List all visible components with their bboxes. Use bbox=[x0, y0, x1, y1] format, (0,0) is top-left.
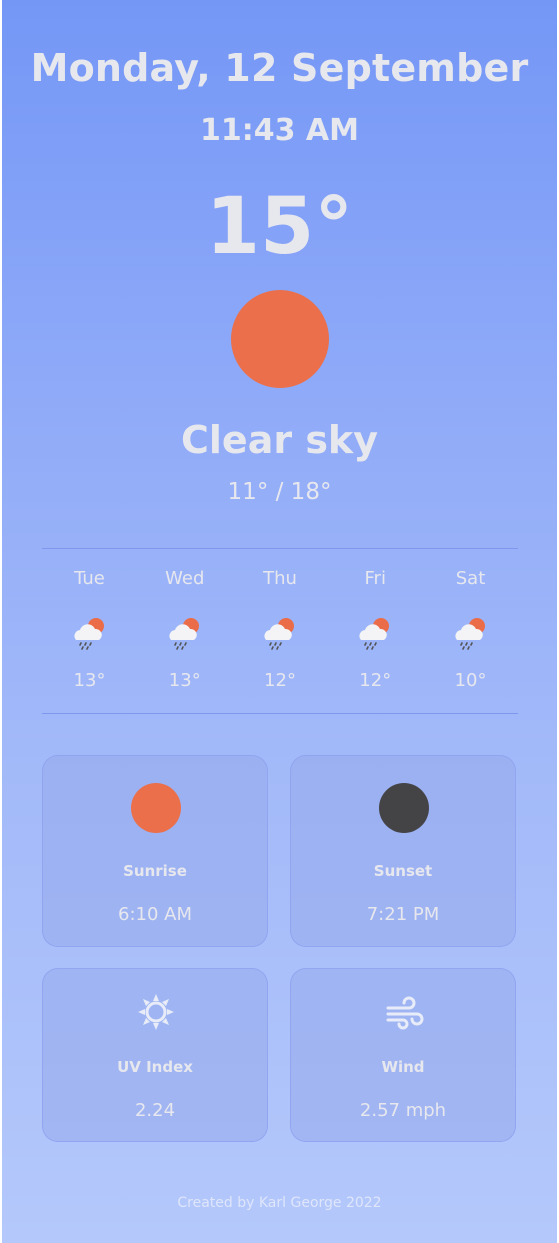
uv-index-value: 2.24 bbox=[134, 1100, 176, 1121]
rain-cloud-sun-icon bbox=[165, 614, 205, 654]
rain-cloud-sun-icon bbox=[70, 614, 110, 654]
forecast-day: Tue 13° bbox=[42, 565, 137, 695]
sunset-label: Sunset bbox=[373, 862, 433, 880]
divider bbox=[42, 548, 518, 549]
forecast-day: Fri 12° bbox=[328, 565, 423, 695]
current-temperature: 15° bbox=[205, 182, 354, 272]
sunrise-value: 6:10 AM bbox=[118, 904, 192, 925]
forecast-day: Thu 12° bbox=[233, 565, 328, 695]
time-heading: 11:43 AM bbox=[199, 113, 359, 148]
sunrise-label: Sunrise bbox=[123, 862, 187, 880]
wind-card: Wind 2.57 mph bbox=[290, 968, 516, 1142]
forecast-day-temp: 12° bbox=[359, 670, 392, 691]
weather-app: Monday, 12 September 11:43 AM 15° Clear … bbox=[2, 0, 557, 1243]
date-heading: Monday, 12 September bbox=[30, 46, 529, 90]
temperature-range: 11° / 18° bbox=[227, 479, 332, 505]
weather-description: Clear sky bbox=[181, 418, 378, 462]
forecast-day-name: Fri bbox=[364, 568, 386, 589]
forecast-day: Wed 13° bbox=[137, 565, 232, 695]
forecast-day-temp: 13° bbox=[73, 670, 106, 691]
forecast-day-name: Wed bbox=[165, 568, 205, 589]
uv-index-card: UV Index 2.24 bbox=[42, 968, 268, 1142]
forecast-day-name: Tue bbox=[74, 568, 105, 589]
rain-cloud-sun-icon bbox=[355, 614, 395, 654]
forecast-day-temp: 13° bbox=[168, 670, 201, 691]
wind-value: 2.57 mph bbox=[359, 1100, 447, 1121]
rain-cloud-sun-icon bbox=[260, 614, 300, 654]
sunset-value: 7:21 PM bbox=[366, 904, 440, 925]
forecast-day-name: Thu bbox=[263, 568, 297, 589]
forecast-day: Sat 10° bbox=[423, 565, 518, 695]
forecast-list: Tue 13° Wed 13° Thu 12° Fri 12° Sat 10° bbox=[42, 565, 518, 695]
forecast-day-name: Sat bbox=[455, 568, 486, 589]
wind-label: Wind bbox=[381, 1058, 425, 1076]
sun-icon bbox=[231, 290, 329, 388]
sunset-icon bbox=[379, 783, 429, 833]
sunrise-icon bbox=[131, 783, 181, 833]
sunset-card: Sunset 7:21 PM bbox=[290, 755, 516, 947]
divider bbox=[42, 713, 518, 714]
forecast-day-temp: 12° bbox=[264, 670, 296, 691]
sunrise-card: Sunrise 6:10 AM bbox=[42, 755, 268, 947]
forecast-day-temp: 10° bbox=[454, 670, 487, 691]
footer-credit: Created by Karl George 2022 bbox=[177, 1195, 382, 1211]
sun-outline-icon bbox=[137, 993, 175, 1031]
uv-index-label: UV Index bbox=[117, 1058, 193, 1076]
rain-cloud-sun-icon bbox=[451, 614, 491, 654]
wind-icon bbox=[385, 995, 425, 1031]
